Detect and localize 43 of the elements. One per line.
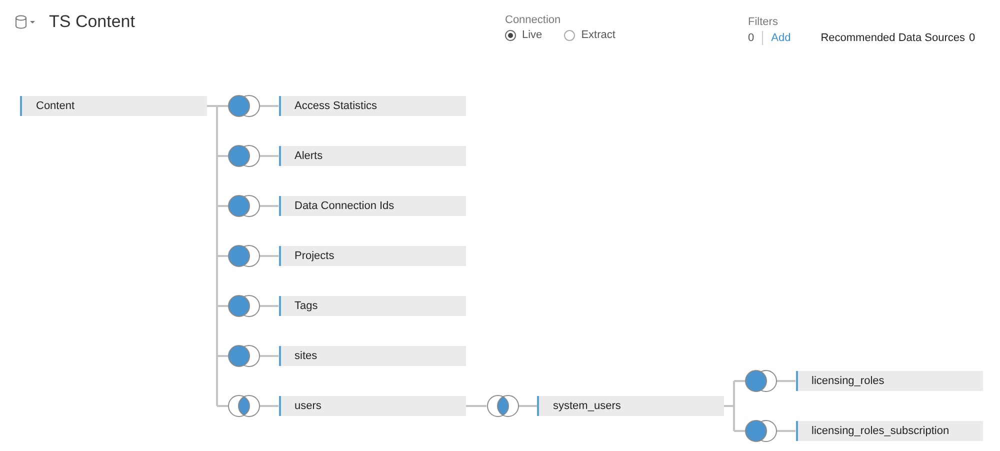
left-join-icon[interactable] bbox=[228, 144, 260, 168]
connector-line bbox=[777, 430, 796, 432]
left-join-icon[interactable] bbox=[745, 419, 777, 443]
table-node[interactable]: Tags bbox=[278, 296, 466, 316]
connector-line bbox=[260, 205, 278, 207]
recommended-count: 0 bbox=[969, 32, 976, 44]
recommended-label: Recommended Data Sources bbox=[820, 32, 965, 44]
add-filter-link[interactable]: Add bbox=[771, 32, 791, 44]
filters-label: Filters bbox=[748, 16, 779, 28]
connector-line bbox=[260, 405, 278, 407]
data-source-title: TS Content bbox=[49, 12, 135, 32]
connector-line bbox=[260, 255, 278, 257]
connection-radio[interactable]: Extract bbox=[564, 29, 616, 41]
left-join-icon[interactable] bbox=[228, 194, 260, 218]
connector-line bbox=[260, 305, 278, 307]
connection-radio[interactable]: Live bbox=[505, 29, 542, 41]
table-node[interactable]: Content bbox=[20, 96, 207, 116]
inner-join-icon[interactable] bbox=[486, 394, 518, 418]
inner-join-icon[interactable] bbox=[228, 394, 260, 418]
table-node[interactable]: Projects bbox=[278, 246, 466, 266]
connection-label: Connection bbox=[505, 14, 562, 26]
connector-drawing bbox=[723, 380, 746, 432]
connector-line bbox=[260, 105, 278, 107]
table-node[interactable]: sites bbox=[278, 346, 466, 366]
table-node[interactable]: Alerts bbox=[278, 146, 466, 166]
table-node[interactable]: Data Connection Ids bbox=[278, 196, 466, 216]
left-join-icon[interactable] bbox=[228, 294, 260, 318]
connector-drawing bbox=[464, 405, 488, 407]
left-join-icon[interactable] bbox=[228, 94, 260, 118]
left-join-icon[interactable] bbox=[228, 344, 260, 368]
connector-line bbox=[260, 155, 278, 157]
filter-count: 0 bbox=[748, 32, 754, 44]
connector-line bbox=[518, 405, 537, 407]
left-join-icon[interactable] bbox=[228, 244, 260, 268]
table-node[interactable]: Access Statistics bbox=[278, 96, 466, 116]
table-node[interactable]: licensing_roles bbox=[796, 371, 982, 391]
table-node[interactable]: licensing_roles_subscription bbox=[796, 421, 982, 441]
table-node[interactable]: users bbox=[278, 396, 466, 416]
database-icon[interactable] bbox=[15, 15, 37, 29]
connector-line bbox=[777, 380, 796, 382]
table-node[interactable]: system_users bbox=[537, 396, 724, 416]
connector-line bbox=[260, 355, 278, 357]
left-join-icon[interactable] bbox=[745, 369, 777, 393]
